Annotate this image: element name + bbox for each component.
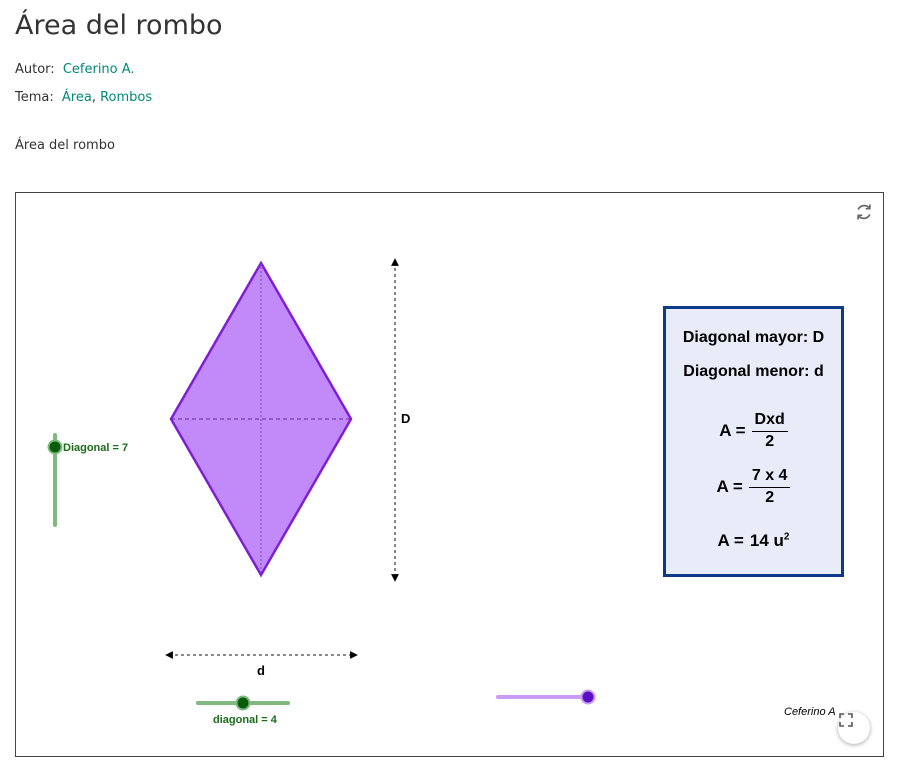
topic-link-rombos[interactable]: Rombos	[100, 90, 152, 105]
fraction-numerator: Dxd	[751, 411, 788, 432]
major-diagonal-label: D	[401, 411, 410, 426]
result-exponent: 2	[783, 531, 790, 543]
result-lhs: A =	[717, 531, 744, 550]
result-value: 14 u2	[749, 531, 790, 550]
topic-link-area[interactable]: Área	[62, 90, 92, 105]
description: Área del rombo	[15, 138, 115, 153]
formula-box: Diagonal mayor: D Diagonal menor: d A = …	[663, 306, 844, 577]
formula-lhs: A =	[716, 477, 743, 496]
credit-text: Ceferino A	[784, 706, 836, 718]
fraction: Dxd 2	[751, 411, 788, 451]
area-formula-substituted: A = 7 x 4 2	[666, 467, 841, 507]
author-label: Autor:	[15, 62, 55, 77]
formula-lhs: A =	[719, 421, 746, 440]
author-link[interactable]: Ceferino A.	[63, 62, 135, 77]
reset-button[interactable]	[854, 202, 876, 224]
slider-minor-label: diagonal = 4	[213, 714, 278, 726]
geogebra-applet[interactable]: D d Diagonal = 7 diagonal = 4 Diagonal m…	[15, 192, 884, 757]
refresh-icon	[857, 204, 871, 220]
fullscreen-icon	[839, 713, 853, 727]
page-title: Área del rombo	[15, 10, 223, 41]
minor-diagonal-definition: Diagonal menor: d	[683, 363, 824, 380]
minor-diagonal-label: d	[257, 663, 265, 678]
slider-major-label: Diagonal = 7	[63, 442, 128, 454]
slider-major-knob[interactable]	[47, 439, 63, 455]
topic-label: Tema:	[15, 90, 54, 105]
topic-separator: ,	[91, 90, 101, 105]
area-result: A = 14 u2	[666, 531, 841, 551]
author-row: Autor: Ceferino A.	[15, 62, 135, 77]
area-formula-general: A = Dxd 2	[666, 411, 841, 451]
fraction-denominator: 2	[765, 489, 775, 506]
fullscreen-button[interactable]	[838, 712, 870, 744]
fraction-numerator: 7 x 4	[748, 467, 791, 488]
fraction: 7 x 4 2	[748, 467, 791, 507]
slider-color-knob[interactable]	[580, 689, 596, 705]
slider-minor-knob[interactable]	[235, 695, 251, 711]
major-diagonal-definition: Diagonal mayor: D	[682, 329, 825, 346]
fraction-denominator: 2	[765, 433, 775, 450]
topic-row: Tema: Área, Rombos	[15, 90, 152, 105]
